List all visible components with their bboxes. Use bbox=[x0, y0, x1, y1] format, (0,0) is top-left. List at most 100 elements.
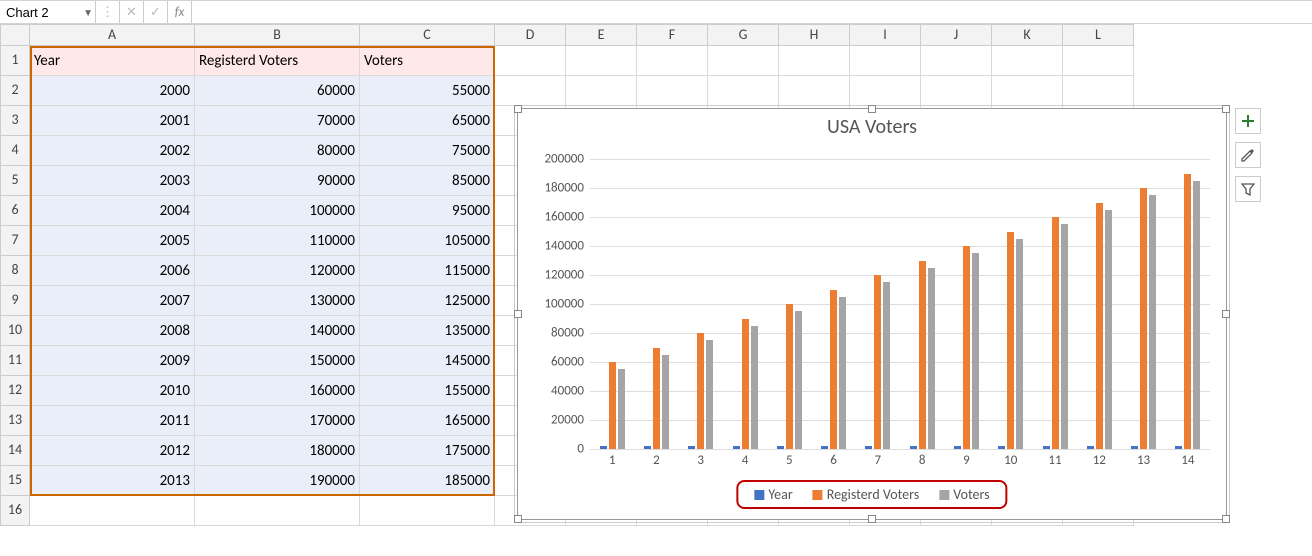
row-header-2[interactable]: 2 bbox=[0, 76, 30, 106]
cell-H2[interactable] bbox=[779, 76, 850, 106]
column-header-I[interactable]: I bbox=[850, 24, 921, 46]
cell-C15[interactable]: 185000 bbox=[360, 466, 495, 496]
cell-C5[interactable]: 85000 bbox=[360, 166, 495, 196]
name-box-input[interactable] bbox=[4, 4, 91, 21]
cell-A12[interactable]: 2010 bbox=[30, 376, 195, 406]
row-header-7[interactable]: 7 bbox=[0, 226, 30, 256]
row-header-6[interactable]: 6 bbox=[0, 196, 30, 226]
cell-A1[interactable]: Year bbox=[30, 46, 195, 76]
resize-handle[interactable] bbox=[1222, 105, 1230, 113]
cell-C2[interactable]: 55000 bbox=[360, 76, 495, 106]
cell-K1[interactable] bbox=[992, 46, 1063, 76]
row-header-9[interactable]: 9 bbox=[0, 286, 30, 316]
cell-C12[interactable]: 155000 bbox=[360, 376, 495, 406]
cell-B14[interactable]: 180000 bbox=[195, 436, 360, 466]
cell-C6[interactable]: 95000 bbox=[360, 196, 495, 226]
legend-item-registerd-voters[interactable]: Registerd Voters bbox=[813, 486, 920, 503]
cell-I2[interactable] bbox=[850, 76, 921, 106]
chart-filter-button[interactable] bbox=[1235, 176, 1261, 202]
column-header-C[interactable]: C bbox=[360, 24, 495, 46]
cell-B2[interactable]: 60000 bbox=[195, 76, 360, 106]
bar-voters-13[interactable] bbox=[1149, 195, 1156, 449]
column-header-B[interactable]: B bbox=[195, 24, 360, 46]
bar-registerd-voters-9[interactable] bbox=[963, 246, 970, 449]
formula-input[interactable] bbox=[192, 1, 1312, 23]
row-header-5[interactable]: 5 bbox=[0, 166, 30, 196]
row-header-12[interactable]: 12 bbox=[0, 376, 30, 406]
row-header-4[interactable]: 4 bbox=[0, 136, 30, 166]
column-header-L[interactable]: L bbox=[1063, 24, 1134, 46]
bar-registerd-voters-12[interactable] bbox=[1096, 203, 1103, 450]
chart-title[interactable]: USA Voters bbox=[518, 109, 1226, 139]
cell-A14[interactable]: 2012 bbox=[30, 436, 195, 466]
cell-C14[interactable]: 175000 bbox=[360, 436, 495, 466]
bar-registerd-voters-11[interactable] bbox=[1052, 217, 1059, 449]
cell-A3[interactable]: 2001 bbox=[30, 106, 195, 136]
cell-A6[interactable]: 2004 bbox=[30, 196, 195, 226]
cell-B16[interactable] bbox=[195, 496, 360, 526]
cell-A15[interactable]: 2013 bbox=[30, 466, 195, 496]
cell-F1[interactable] bbox=[637, 46, 708, 76]
cell-B12[interactable]: 160000 bbox=[195, 376, 360, 406]
cell-G1[interactable] bbox=[708, 46, 779, 76]
cell-B10[interactable]: 140000 bbox=[195, 316, 360, 346]
cell-C1[interactable]: Voters bbox=[360, 46, 495, 76]
column-header-H[interactable]: H bbox=[779, 24, 850, 46]
bar-voters-12[interactable] bbox=[1105, 210, 1112, 449]
select-all-corner[interactable] bbox=[0, 24, 30, 46]
cell-A16[interactable] bbox=[30, 496, 195, 526]
column-header-G[interactable]: G bbox=[708, 24, 779, 46]
bar-voters-14[interactable] bbox=[1193, 181, 1200, 449]
bar-voters-8[interactable] bbox=[928, 268, 935, 449]
bar-voters-9[interactable] bbox=[972, 253, 979, 449]
legend-item-year[interactable]: Year bbox=[754, 486, 792, 503]
cell-E1[interactable] bbox=[566, 46, 637, 76]
cell-I1[interactable] bbox=[850, 46, 921, 76]
cell-B7[interactable]: 110000 bbox=[195, 226, 360, 256]
cell-A13[interactable]: 2011 bbox=[30, 406, 195, 436]
cell-C8[interactable]: 115000 bbox=[360, 256, 495, 286]
resize-handle[interactable] bbox=[1222, 310, 1230, 318]
chart-elements-button[interactable] bbox=[1235, 108, 1261, 134]
cell-B13[interactable]: 170000 bbox=[195, 406, 360, 436]
chart-object[interactable]: USA Voters 02000040000600008000010000012… bbox=[517, 108, 1227, 520]
cell-J2[interactable] bbox=[921, 76, 992, 106]
chart-legend[interactable]: Year Registerd Voters Voters bbox=[736, 480, 1007, 509]
cell-C3[interactable]: 65000 bbox=[360, 106, 495, 136]
bar-voters-10[interactable] bbox=[1016, 239, 1023, 449]
cell-B1[interactable]: Registerd Voters bbox=[195, 46, 360, 76]
fx-button[interactable]: fx bbox=[168, 1, 192, 23]
bar-registerd-voters-1[interactable] bbox=[609, 362, 616, 449]
cell-C4[interactable]: 75000 bbox=[360, 136, 495, 166]
cell-C16[interactable] bbox=[360, 496, 495, 526]
bar-voters-4[interactable] bbox=[751, 326, 758, 449]
cell-K2[interactable] bbox=[992, 76, 1063, 106]
bar-voters-3[interactable] bbox=[706, 340, 713, 449]
bar-voters-1[interactable] bbox=[618, 369, 625, 449]
row-header-1[interactable]: 1 bbox=[0, 46, 30, 76]
cell-A11[interactable]: 2009 bbox=[30, 346, 195, 376]
worksheet[interactable]: ABCDEFGHIJKL 12345678910111213141516 Yea… bbox=[0, 24, 1312, 556]
bar-registerd-voters-13[interactable] bbox=[1140, 188, 1147, 449]
row-header-13[interactable]: 13 bbox=[0, 406, 30, 436]
bar-registerd-voters-7[interactable] bbox=[874, 275, 881, 449]
cell-B11[interactable]: 150000 bbox=[195, 346, 360, 376]
cell-C10[interactable]: 135000 bbox=[360, 316, 495, 346]
resize-handle[interactable] bbox=[868, 515, 876, 523]
bar-registerd-voters-6[interactable] bbox=[830, 290, 837, 450]
column-header-J[interactable]: J bbox=[921, 24, 992, 46]
cell-B9[interactable]: 130000 bbox=[195, 286, 360, 316]
column-header-A[interactable]: A bbox=[30, 24, 195, 46]
column-header-D[interactable]: D bbox=[495, 24, 566, 46]
cell-B5[interactable]: 90000 bbox=[195, 166, 360, 196]
cell-A9[interactable]: 2007 bbox=[30, 286, 195, 316]
bar-voters-7[interactable] bbox=[883, 282, 890, 449]
column-header-F[interactable]: F bbox=[637, 24, 708, 46]
name-box[interactable]: ▼ bbox=[0, 1, 96, 23]
column-header-E[interactable]: E bbox=[566, 24, 637, 46]
bar-registerd-voters-5[interactable] bbox=[786, 304, 793, 449]
legend-item-voters[interactable]: Voters bbox=[939, 486, 989, 503]
cell-G2[interactable] bbox=[708, 76, 779, 106]
row-header-16[interactable]: 16 bbox=[0, 496, 30, 526]
chart-styles-button[interactable] bbox=[1235, 142, 1261, 168]
